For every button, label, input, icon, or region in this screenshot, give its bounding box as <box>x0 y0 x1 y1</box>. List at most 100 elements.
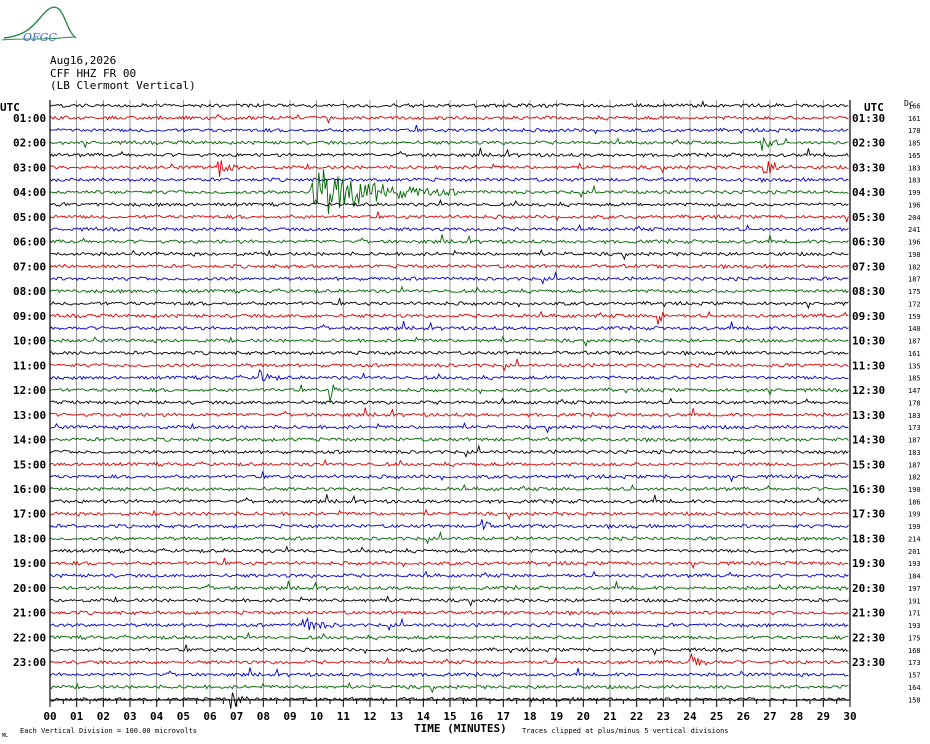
right-hour-label: 17:30 <box>852 508 885 521</box>
dc-offset-label: 214 <box>908 535 921 543</box>
dc-offset-label: 178 <box>908 399 921 407</box>
seismic-trace <box>49 557 849 570</box>
right-hour-label: 14:30 <box>852 434 885 447</box>
x-tick-label: 21 <box>603 710 617 723</box>
seismic-trace <box>49 580 849 591</box>
dc-offset-label: 191 <box>908 597 921 605</box>
left-hour-label: 16:00 <box>13 483 46 496</box>
x-tick-label: 14 <box>417 710 431 723</box>
x-tick-label: 12 <box>363 710 376 723</box>
x-tick-label: 02 <box>97 710 110 723</box>
seismic-trace <box>49 357 849 372</box>
right-hour-label: 04:30 <box>852 186 885 199</box>
right-hour-label: 18:30 <box>852 532 885 545</box>
dc-offset-label: 175 <box>908 288 921 296</box>
left-hour-label: 18:00 <box>13 532 46 545</box>
right-hour-label: 15:30 <box>852 458 885 471</box>
seismic-trace <box>49 397 849 406</box>
dc-offset-label: 161 <box>908 350 921 358</box>
seismic-trace <box>49 667 849 678</box>
x-tick-label: 30 <box>843 710 856 723</box>
seismic-trace <box>49 530 849 545</box>
seismic-trace <box>49 198 849 208</box>
seismic-trace <box>49 211 849 223</box>
right-hour-label: 05:30 <box>852 211 885 224</box>
left-hour-label: 11:00 <box>13 359 46 372</box>
seismic-trace <box>49 320 849 331</box>
dc-offset-label: 172 <box>908 300 921 308</box>
seismic-trace <box>49 407 849 418</box>
x-tick-label: 19 <box>550 710 563 723</box>
seismic-trace <box>49 610 849 617</box>
dc-offset-label: 173 <box>908 424 921 432</box>
seismic-trace <box>49 298 849 310</box>
x-tick-label: 26 <box>737 710 751 723</box>
x-tick-label: 27 <box>763 710 776 723</box>
dc-offset-label: 183 <box>908 449 921 457</box>
left-hour-label: 01:00 <box>13 112 46 125</box>
left-hour-label: 02:00 <box>13 137 46 150</box>
seismic-trace <box>49 458 849 468</box>
right-hour-label: 10:30 <box>852 335 885 348</box>
x-tick-label: 20 <box>577 710 590 723</box>
left-hour-label: 19:00 <box>13 557 46 570</box>
x-tick-label: 16 <box>470 710 484 723</box>
left-hour-label: 09:00 <box>13 310 46 323</box>
dc-offset-label: 198 <box>908 251 921 259</box>
x-tick-label: 07 <box>230 710 243 723</box>
x-tick-label: 09 <box>283 710 296 723</box>
x-tick-label: 23 <box>657 710 670 723</box>
dc-offset-label: 183 <box>908 412 921 420</box>
dc-offset-label: 187 <box>908 338 921 346</box>
seismic-trace <box>49 113 849 124</box>
dc-offset-label: 166 <box>908 103 921 111</box>
x-tick-label: 11 <box>337 710 351 723</box>
seismic-trace <box>49 169 849 215</box>
right-hour-label: 07:30 <box>852 260 885 273</box>
seismic-trace <box>49 368 849 382</box>
seismic-trace <box>49 652 849 666</box>
dc-offset-label: 157 <box>908 672 921 680</box>
dc-offset-label: 185 <box>908 375 921 383</box>
left-hour-label: 12:00 <box>13 384 46 397</box>
seismic-trace <box>49 483 849 492</box>
dc-offset-label: 197 <box>908 585 921 593</box>
clip-note: Traces clipped at plus/minus 5 vertical … <box>522 727 729 735</box>
seismic-trace <box>49 595 849 607</box>
seismic-trace <box>49 545 849 554</box>
x-tick-label: 15 <box>443 710 456 723</box>
x-tick-label: 04 <box>150 710 164 723</box>
right-hour-label: 19:30 <box>852 557 885 570</box>
dc-offset-label: 199 <box>908 511 921 519</box>
right-hour-label: 02:30 <box>852 137 885 150</box>
dc-offset-label: 201 <box>908 548 921 556</box>
dc-offset-label: 187 <box>908 276 921 284</box>
dc-offset-label: 168 <box>908 647 921 655</box>
dc-offset-label: 199 <box>908 189 921 197</box>
seismic-trace <box>49 147 849 158</box>
left-hour-label: 06:00 <box>13 236 46 249</box>
seismic-trace <box>49 248 849 261</box>
dc-offset-label: 241 <box>908 226 921 234</box>
seismic-trace <box>49 570 849 579</box>
x-tick-label: 06 <box>203 710 217 723</box>
dc-offset-label: 187 <box>908 437 921 445</box>
right-hour-label: 03:30 <box>852 161 885 174</box>
dc-offset-label: 190 <box>908 486 921 494</box>
dc-offset-label: 158 <box>908 696 921 704</box>
right-hour-label: 16:30 <box>852 483 885 496</box>
seismic-trace <box>49 494 849 505</box>
dc-offset-label: 196 <box>908 201 921 209</box>
dc-offset-label: 135 <box>908 362 921 370</box>
seismic-trace <box>49 271 849 285</box>
x-tick-label: 24 <box>683 710 697 723</box>
seismic-trace <box>49 644 849 656</box>
dc-offset-label: 178 <box>908 127 921 135</box>
right-hour-label: 23:30 <box>852 656 885 669</box>
seismic-trace <box>49 263 849 270</box>
dc-offset-label: 193 <box>908 622 921 630</box>
x-tick-label: 17 <box>497 710 510 723</box>
seismic-trace <box>49 234 849 245</box>
seismic-trace <box>49 519 849 531</box>
seismic-trace <box>49 422 849 434</box>
